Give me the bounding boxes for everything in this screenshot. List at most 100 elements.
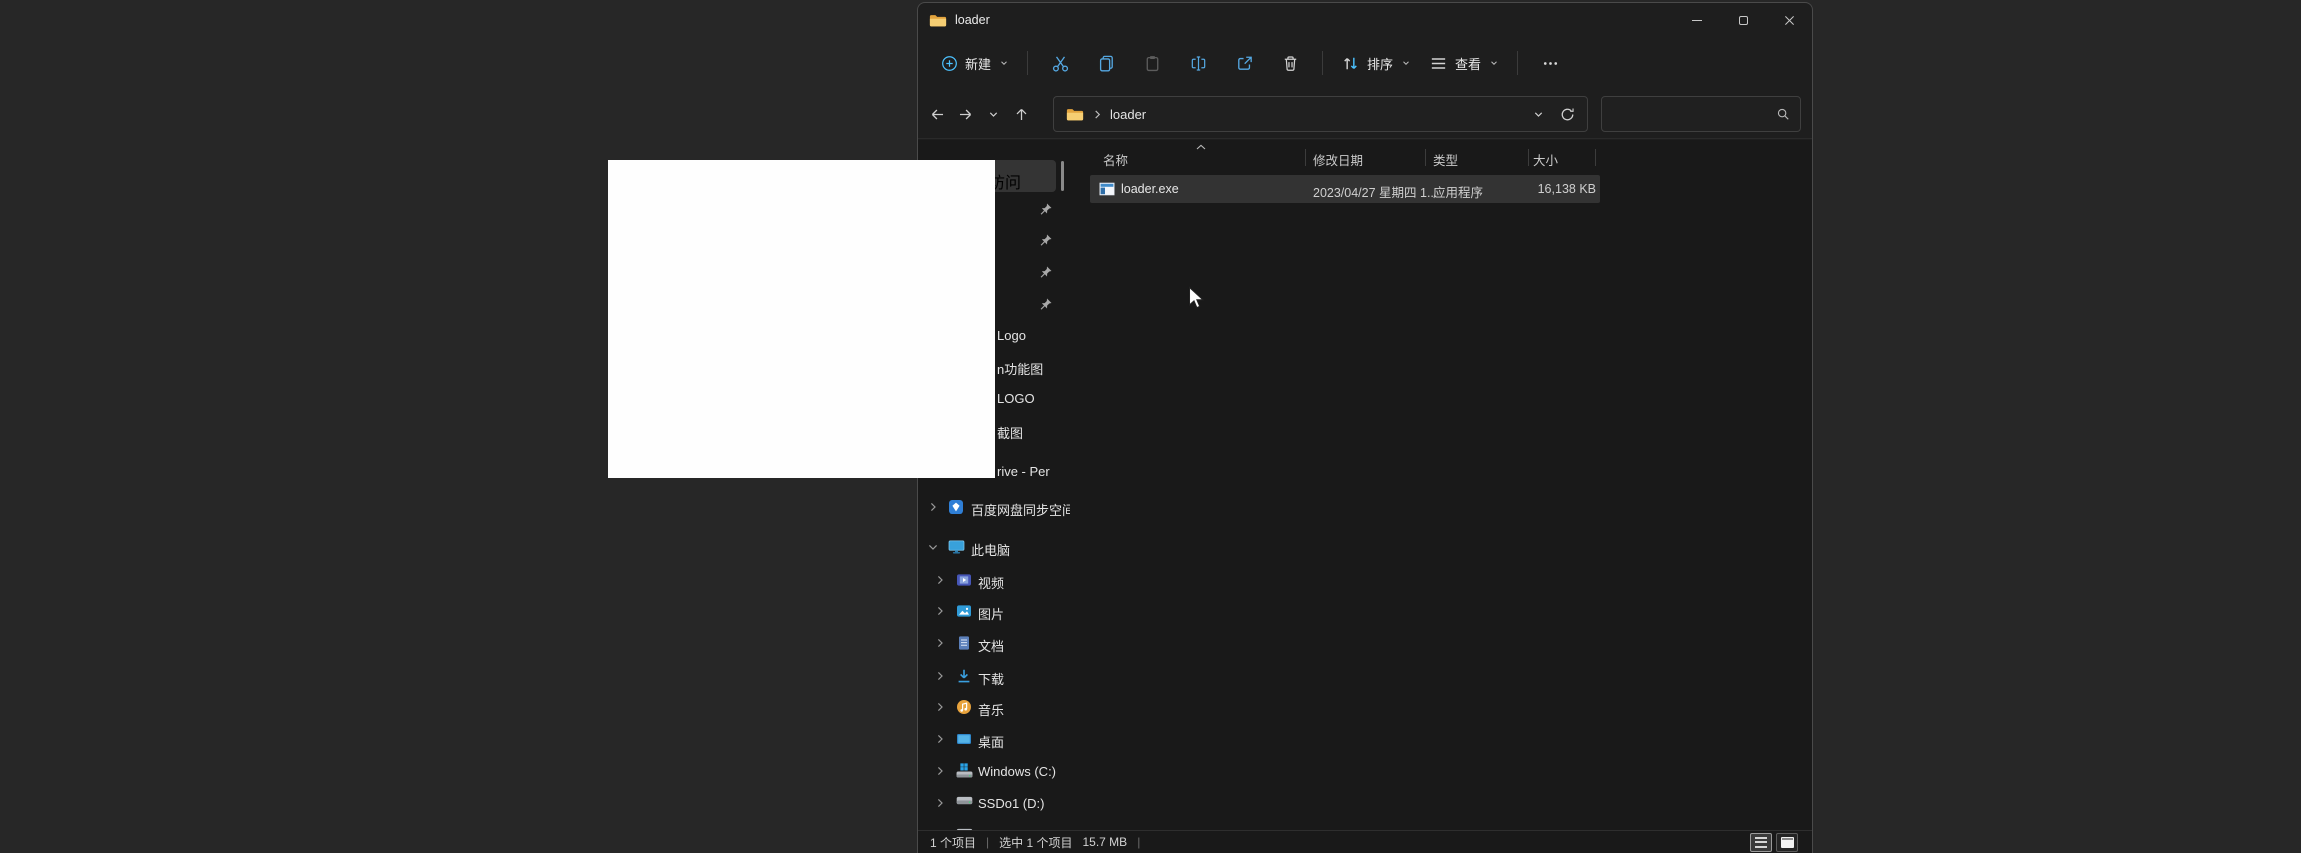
pictures-icon xyxy=(956,603,973,620)
sidebar-item-label: 截图 xyxy=(997,423,1023,442)
share-icon xyxy=(1235,54,1254,73)
column-header[interactable]: 修改日期 xyxy=(1313,150,1363,169)
ellipsis-icon xyxy=(1541,54,1560,73)
close-button[interactable] xyxy=(1766,3,1812,37)
file-name: loader.exe xyxy=(1121,182,1179,196)
scissors-icon xyxy=(1051,54,1070,73)
copy-button[interactable] xyxy=(1083,45,1129,81)
sidebar-item-label: 百度网盘同步空间 xyxy=(971,500,1070,519)
sidebar-item[interactable]: 图片 xyxy=(918,597,1070,625)
chevron-right-icon[interactable] xyxy=(935,798,945,808)
pin-icon xyxy=(1038,297,1054,313)
delete-button[interactable] xyxy=(1267,45,1313,81)
copy-icon xyxy=(1097,54,1116,73)
status-separator: | xyxy=(986,835,989,849)
new-button[interactable]: 新建 xyxy=(932,45,1018,81)
sidebar-item[interactable]: 此电脑 xyxy=(918,533,1070,561)
sidebar-item[interactable]: SSDo1 (D:) xyxy=(918,789,1070,817)
column-separator[interactable] xyxy=(1425,149,1426,166)
column-separator[interactable] xyxy=(1595,149,1596,166)
sidebar-item-label: 桌面 xyxy=(978,732,1004,751)
thumbnail-view-icon xyxy=(1781,837,1794,848)
videos-icon xyxy=(956,572,973,589)
cut-button[interactable] xyxy=(1037,45,1083,81)
up-button[interactable] xyxy=(1007,100,1035,128)
sidebar-item[interactable]: 桌面 xyxy=(918,725,1070,753)
chevron-right-icon[interactable] xyxy=(935,575,945,585)
sidebar-item[interactable]: 下载 xyxy=(918,662,1070,690)
chevron-right-icon[interactable] xyxy=(928,502,938,512)
breadcrumb-bar[interactable]: loader xyxy=(1053,96,1588,132)
scrollbar-thumb[interactable] xyxy=(1061,161,1064,191)
details-view-icon xyxy=(1755,837,1767,848)
column-header[interactable]: 大小 xyxy=(1533,150,1558,169)
recent-locations-button[interactable] xyxy=(979,100,1007,128)
window-title: loader xyxy=(955,13,990,27)
command-bar: 新建 排序 xyxy=(918,37,1812,89)
refresh-button[interactable] xyxy=(1560,107,1575,122)
address-bar-row: loader xyxy=(918,89,1812,139)
view-button[interactable]: 查看 xyxy=(1420,45,1508,81)
search-box[interactable] xyxy=(1601,96,1801,132)
sidebar-item[interactable]: Windows (C:) xyxy=(918,757,1070,785)
rename-button[interactable] xyxy=(1175,45,1221,81)
sidebar-item[interactable]: 百度网盘同步空间 xyxy=(918,493,1070,521)
screen: loader 新建 xyxy=(0,0,2301,853)
sidebar-item[interactable]: 文档 xyxy=(918,629,1070,657)
search-input[interactable] xyxy=(1612,107,1776,121)
monitor-icon xyxy=(948,539,965,556)
sidebar-item-label: LOGO xyxy=(997,391,1035,406)
minimize-button[interactable] xyxy=(1674,3,1720,37)
selected-count: 选中 1 个项目 xyxy=(999,834,1072,851)
chevron-right-icon[interactable] xyxy=(935,638,945,648)
file-row[interactable]: loader.exe2023/04/27 星期四 1...应用程序16,138 … xyxy=(1090,175,1600,203)
file-list: 名称 修改日期 类型 大小 loader.exe2023/04/27 星期四 1...应… xyxy=(1086,139,1811,830)
sidebar-item[interactable]: 视频 xyxy=(918,566,1070,594)
details-view-toggle[interactable] xyxy=(1750,833,1772,852)
sidebar-item[interactable]: File (F:) xyxy=(918,821,1070,830)
maximize-button[interactable] xyxy=(1720,3,1766,37)
titlebar[interactable]: loader xyxy=(918,3,1812,37)
music-icon xyxy=(956,699,973,716)
sidebar-item-label: 文档 xyxy=(978,636,1004,655)
address-dropdown-button[interactable] xyxy=(1533,109,1544,120)
column-header[interactable]: 类型 xyxy=(1433,150,1458,169)
sidebar-item-label: 音乐 xyxy=(978,700,1004,719)
column-headers: 名称 修改日期 类型 大小 xyxy=(1086,143,1811,171)
chevron-down-icon xyxy=(1489,58,1499,68)
status-separator: | xyxy=(1137,835,1140,849)
app-icon xyxy=(1099,181,1115,197)
sidebar-item-label: 此电脑 xyxy=(971,540,1010,559)
chevron-right-icon[interactable] xyxy=(935,766,945,776)
paste-icon xyxy=(1143,54,1162,73)
refresh-icon xyxy=(1560,107,1575,122)
sidebar-item-label: n功能图 xyxy=(997,359,1043,378)
desktop-icon xyxy=(956,731,973,748)
file-size: 16,138 KB xyxy=(1470,182,1596,196)
paste-button[interactable] xyxy=(1129,45,1175,81)
chevron-right-icon[interactable] xyxy=(935,734,945,744)
forward-button[interactable] xyxy=(951,100,979,128)
arrow-right-icon xyxy=(957,106,974,123)
explorer-window: loader 新建 xyxy=(917,2,1813,853)
back-button[interactable] xyxy=(923,100,951,128)
sort-label: 排序 xyxy=(1367,54,1393,73)
rename-icon xyxy=(1189,54,1208,73)
status-bar: 1 个项目 | 选中 1 个项目 15.7 MB | xyxy=(918,830,1812,853)
column-header[interactable]: 名称 xyxy=(1103,150,1128,169)
chevron-right-icon[interactable] xyxy=(935,702,945,712)
sort-icon xyxy=(1341,54,1360,73)
chevron-down-icon xyxy=(1401,58,1411,68)
column-separator[interactable] xyxy=(1528,149,1529,166)
thumbnail-view-toggle[interactable] xyxy=(1776,833,1798,852)
sort-button[interactable]: 排序 xyxy=(1332,45,1420,81)
breadcrumb-segment[interactable]: loader xyxy=(1110,107,1146,122)
share-button[interactable] xyxy=(1221,45,1267,81)
plus-circle-icon xyxy=(941,55,958,72)
chevron-down-icon[interactable] xyxy=(928,542,938,552)
more-button[interactable] xyxy=(1527,45,1573,81)
chevron-right-icon[interactable] xyxy=(935,671,945,681)
column-separator[interactable] xyxy=(1305,149,1306,166)
chevron-right-icon[interactable] xyxy=(935,606,945,616)
sidebar-item[interactable]: 音乐 xyxy=(918,693,1070,721)
